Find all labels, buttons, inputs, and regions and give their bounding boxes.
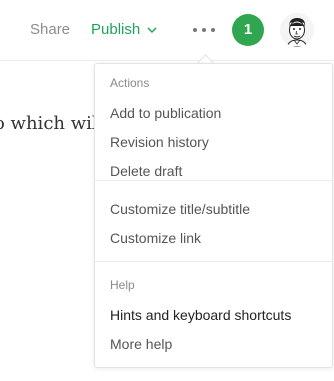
more-help-item[interactable]: More help: [110, 330, 317, 359]
customize-title-item[interactable]: Customize title/subtitle: [110, 195, 317, 224]
article-body-text: o which wil: [0, 113, 98, 134]
publish-label: Publish: [91, 21, 141, 38]
publish-button[interactable]: Publish: [91, 20, 158, 40]
hints-shortcuts-item[interactable]: Hints and keyboard shortcuts: [110, 301, 317, 330]
more-options-dropdown: Actions Add to publication Revision hist…: [94, 63, 333, 368]
help-section: Help Hints and keyboard shortcuts More h…: [95, 262, 332, 368]
help-section-title: Help: [110, 278, 135, 292]
customize-section: Customize title/subtitle Customize link: [95, 181, 332, 261]
share-button[interactable]: Share: [30, 20, 70, 40]
notification-badge[interactable]: 1: [232, 14, 264, 46]
editor-page: Share Publish 1 o which wil Actions Add …: [0, 0, 334, 381]
chevron-down-icon: [147, 27, 157, 33]
revision-history-item[interactable]: Revision history: [110, 128, 317, 157]
customize-link-item[interactable]: Customize link: [110, 224, 317, 253]
more-options-icon[interactable]: [193, 22, 215, 38]
actions-section-title: Actions: [110, 76, 150, 90]
avatar[interactable]: [280, 13, 314, 47]
add-to-publication-item[interactable]: Add to publication: [110, 99, 317, 128]
avatar-portrait-icon: [280, 13, 314, 47]
top-bar: Share Publish 1: [0, 0, 334, 61]
actions-section: Actions Add to publication Revision hist…: [95, 64, 332, 180]
